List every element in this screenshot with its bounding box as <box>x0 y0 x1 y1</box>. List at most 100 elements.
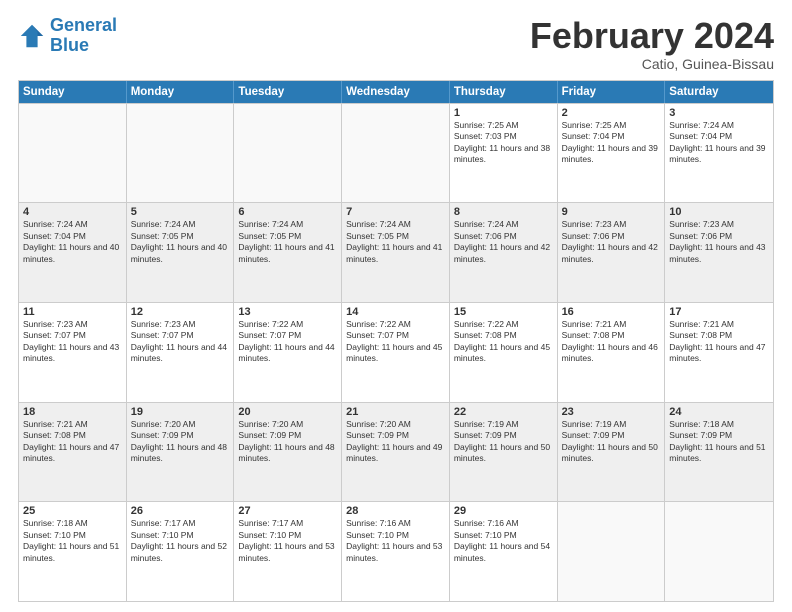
cal-cell-12: 12Sunrise: 7:23 AM Sunset: 7:07 PM Dayli… <box>127 303 235 402</box>
day-number: 24 <box>669 406 769 418</box>
day-info: Sunrise: 7:24 AM Sunset: 7:04 PM Dayligh… <box>23 219 122 265</box>
day-number: 21 <box>346 406 445 418</box>
cal-cell-4: 4Sunrise: 7:24 AM Sunset: 7:04 PM Daylig… <box>19 203 127 302</box>
day-info: Sunrise: 7:20 AM Sunset: 7:09 PM Dayligh… <box>238 419 337 465</box>
day-info: Sunrise: 7:19 AM Sunset: 7:09 PM Dayligh… <box>562 419 661 465</box>
cal-cell-empty-1 <box>127 104 235 203</box>
day-info: Sunrise: 7:19 AM Sunset: 7:09 PM Dayligh… <box>454 419 553 465</box>
weekday-header-saturday: Saturday <box>665 81 773 103</box>
day-number: 17 <box>669 306 769 318</box>
logo-text: General Blue <box>50 16 117 56</box>
cal-cell-empty-0 <box>19 104 127 203</box>
cal-cell-29: 29Sunrise: 7:16 AM Sunset: 7:10 PM Dayli… <box>450 502 558 601</box>
weekday-header-monday: Monday <box>127 81 235 103</box>
cal-cell-17: 17Sunrise: 7:21 AM Sunset: 7:08 PM Dayli… <box>665 303 773 402</box>
weekday-header-tuesday: Tuesday <box>234 81 342 103</box>
day-number: 26 <box>131 505 230 517</box>
cal-cell-28: 28Sunrise: 7:16 AM Sunset: 7:10 PM Dayli… <box>342 502 450 601</box>
cal-cell-15: 15Sunrise: 7:22 AM Sunset: 7:08 PM Dayli… <box>450 303 558 402</box>
calendar-row-4: 25Sunrise: 7:18 AM Sunset: 7:10 PM Dayli… <box>19 501 773 601</box>
day-info: Sunrise: 7:24 AM Sunset: 7:04 PM Dayligh… <box>669 120 769 166</box>
day-number: 15 <box>454 306 553 318</box>
day-info: Sunrise: 7:21 AM Sunset: 7:08 PM Dayligh… <box>562 319 661 365</box>
day-number: 7 <box>346 206 445 218</box>
weekday-header-wednesday: Wednesday <box>342 81 450 103</box>
cal-cell-empty-5 <box>558 502 666 601</box>
page: General Blue February 2024 Catio, Guinea… <box>0 0 792 612</box>
cal-cell-3: 3Sunrise: 7:24 AM Sunset: 7:04 PM Daylig… <box>665 104 773 203</box>
day-info: Sunrise: 7:25 AM Sunset: 7:04 PM Dayligh… <box>562 120 661 166</box>
weekday-header-sunday: Sunday <box>19 81 127 103</box>
cal-cell-21: 21Sunrise: 7:20 AM Sunset: 7:09 PM Dayli… <box>342 403 450 502</box>
day-info: Sunrise: 7:21 AM Sunset: 7:08 PM Dayligh… <box>669 319 769 365</box>
cal-cell-19: 19Sunrise: 7:20 AM Sunset: 7:09 PM Dayli… <box>127 403 235 502</box>
location: Catio, Guinea-Bissau <box>530 56 774 72</box>
day-info: Sunrise: 7:22 AM Sunset: 7:08 PM Dayligh… <box>454 319 553 365</box>
day-info: Sunrise: 7:16 AM Sunset: 7:10 PM Dayligh… <box>454 518 553 564</box>
cal-cell-empty-3 <box>342 104 450 203</box>
day-number: 11 <box>23 306 122 318</box>
cal-cell-18: 18Sunrise: 7:21 AM Sunset: 7:08 PM Dayli… <box>19 403 127 502</box>
calendar-row-1: 4Sunrise: 7:24 AM Sunset: 7:04 PM Daylig… <box>19 202 773 302</box>
day-number: 6 <box>238 206 337 218</box>
cal-cell-10: 10Sunrise: 7:23 AM Sunset: 7:06 PM Dayli… <box>665 203 773 302</box>
day-number: 4 <box>23 206 122 218</box>
cal-cell-8: 8Sunrise: 7:24 AM Sunset: 7:06 PM Daylig… <box>450 203 558 302</box>
weekday-header-friday: Friday <box>558 81 666 103</box>
day-info: Sunrise: 7:23 AM Sunset: 7:06 PM Dayligh… <box>562 219 661 265</box>
calendar-body: 1Sunrise: 7:25 AM Sunset: 7:03 PM Daylig… <box>19 103 773 601</box>
day-number: 16 <box>562 306 661 318</box>
cal-cell-7: 7Sunrise: 7:24 AM Sunset: 7:05 PM Daylig… <box>342 203 450 302</box>
cal-cell-23: 23Sunrise: 7:19 AM Sunset: 7:09 PM Dayli… <box>558 403 666 502</box>
day-info: Sunrise: 7:20 AM Sunset: 7:09 PM Dayligh… <box>346 419 445 465</box>
day-number: 14 <box>346 306 445 318</box>
cal-cell-5: 5Sunrise: 7:24 AM Sunset: 7:05 PM Daylig… <box>127 203 235 302</box>
day-info: Sunrise: 7:17 AM Sunset: 7:10 PM Dayligh… <box>131 518 230 564</box>
day-number: 29 <box>454 505 553 517</box>
weekday-header-thursday: Thursday <box>450 81 558 103</box>
cal-cell-22: 22Sunrise: 7:19 AM Sunset: 7:09 PM Dayli… <box>450 403 558 502</box>
day-number: 28 <box>346 505 445 517</box>
month-title: February 2024 <box>530 16 774 56</box>
cal-cell-14: 14Sunrise: 7:22 AM Sunset: 7:07 PM Dayli… <box>342 303 450 402</box>
day-number: 2 <box>562 107 661 119</box>
cal-cell-24: 24Sunrise: 7:18 AM Sunset: 7:09 PM Dayli… <box>665 403 773 502</box>
day-number: 1 <box>454 107 553 119</box>
day-number: 8 <box>454 206 553 218</box>
day-info: Sunrise: 7:21 AM Sunset: 7:08 PM Dayligh… <box>23 419 122 465</box>
logo: General Blue <box>18 16 117 56</box>
day-info: Sunrise: 7:23 AM Sunset: 7:07 PM Dayligh… <box>23 319 122 365</box>
logo-blue: Blue <box>50 36 117 56</box>
cal-cell-1: 1Sunrise: 7:25 AM Sunset: 7:03 PM Daylig… <box>450 104 558 203</box>
cal-cell-13: 13Sunrise: 7:22 AM Sunset: 7:07 PM Dayli… <box>234 303 342 402</box>
calendar-row-3: 18Sunrise: 7:21 AM Sunset: 7:08 PM Dayli… <box>19 402 773 502</box>
day-number: 13 <box>238 306 337 318</box>
day-info: Sunrise: 7:23 AM Sunset: 7:06 PM Dayligh… <box>669 219 769 265</box>
cal-cell-27: 27Sunrise: 7:17 AM Sunset: 7:10 PM Dayli… <box>234 502 342 601</box>
calendar: SundayMondayTuesdayWednesdayThursdayFrid… <box>18 80 774 602</box>
day-info: Sunrise: 7:16 AM Sunset: 7:10 PM Dayligh… <box>346 518 445 564</box>
day-info: Sunrise: 7:23 AM Sunset: 7:07 PM Dayligh… <box>131 319 230 365</box>
day-info: Sunrise: 7:18 AM Sunset: 7:10 PM Dayligh… <box>23 518 122 564</box>
cal-cell-11: 11Sunrise: 7:23 AM Sunset: 7:07 PM Dayli… <box>19 303 127 402</box>
day-info: Sunrise: 7:18 AM Sunset: 7:09 PM Dayligh… <box>669 419 769 465</box>
title-block: February 2024 Catio, Guinea-Bissau <box>530 16 774 72</box>
day-info: Sunrise: 7:22 AM Sunset: 7:07 PM Dayligh… <box>238 319 337 365</box>
day-number: 12 <box>131 306 230 318</box>
cal-cell-26: 26Sunrise: 7:17 AM Sunset: 7:10 PM Dayli… <box>127 502 235 601</box>
header: General Blue February 2024 Catio, Guinea… <box>18 16 774 72</box>
calendar-row-2: 11Sunrise: 7:23 AM Sunset: 7:07 PM Dayli… <box>19 302 773 402</box>
cal-cell-20: 20Sunrise: 7:20 AM Sunset: 7:09 PM Dayli… <box>234 403 342 502</box>
day-info: Sunrise: 7:24 AM Sunset: 7:05 PM Dayligh… <box>131 219 230 265</box>
logo-general: General <box>50 15 117 35</box>
day-number: 5 <box>131 206 230 218</box>
day-number: 22 <box>454 406 553 418</box>
day-number: 9 <box>562 206 661 218</box>
cal-cell-empty-6 <box>665 502 773 601</box>
day-info: Sunrise: 7:17 AM Sunset: 7:10 PM Dayligh… <box>238 518 337 564</box>
day-info: Sunrise: 7:20 AM Sunset: 7:09 PM Dayligh… <box>131 419 230 465</box>
cal-cell-6: 6Sunrise: 7:24 AM Sunset: 7:05 PM Daylig… <box>234 203 342 302</box>
day-number: 18 <box>23 406 122 418</box>
day-number: 19 <box>131 406 230 418</box>
cal-cell-9: 9Sunrise: 7:23 AM Sunset: 7:06 PM Daylig… <box>558 203 666 302</box>
